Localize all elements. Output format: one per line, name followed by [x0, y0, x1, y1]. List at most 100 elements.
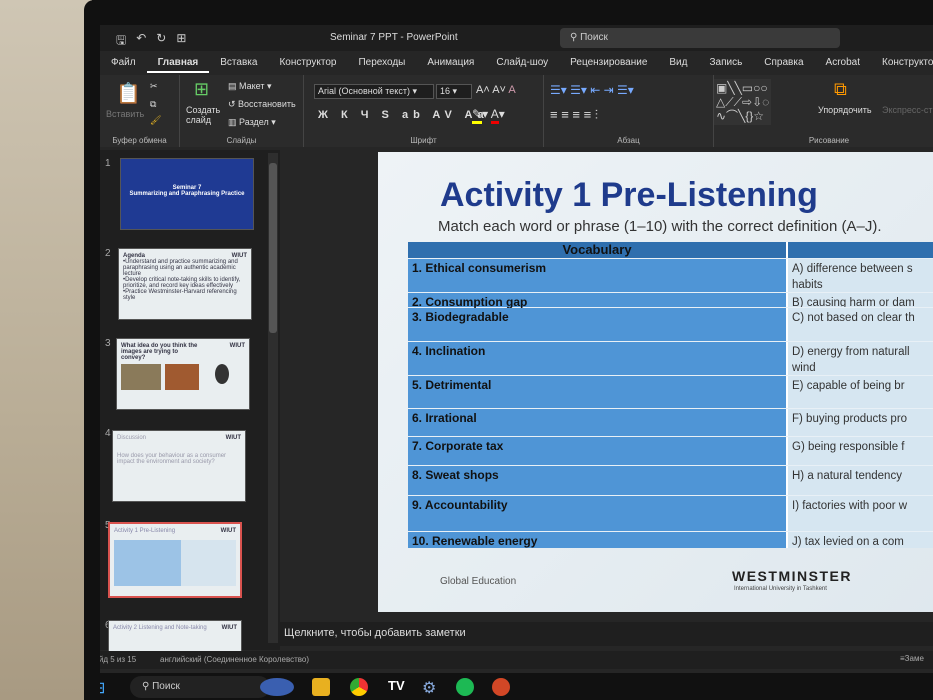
highlight-color-icon[interactable]: ✎▾ A▾: [472, 107, 505, 124]
settings-icon[interactable]: ⚙: [422, 678, 440, 697]
vocab-term[interactable]: 1. Ethical consumerism: [408, 259, 788, 292]
arrange-icon[interactable]: ⧉: [834, 79, 847, 100]
layout-button[interactable]: ▤ Макет ▾: [228, 81, 272, 92]
thumbnail-slide-2[interactable]: Agenda WIUT •Understand and practice summ…: [118, 248, 252, 320]
table-row[interactable]: 9. Accountability I) factories with poor …: [408, 495, 933, 531]
file-explorer-icon[interactable]: [312, 678, 330, 696]
font-style-buttons[interactable]: Ж К Ч S ab AV Aa: [318, 109, 489, 121]
tab-shape-format[interactable]: Конструктор: [871, 53, 933, 73]
font-name-select[interactable]: Arial (Основной текст) ▾: [314, 84, 434, 99]
windows-start-icon[interactable]: ⊞: [100, 678, 110, 697]
section-button[interactable]: ▥ Раздел ▾: [228, 117, 276, 128]
reset-button[interactable]: ↺ Восстановить: [228, 99, 296, 110]
taskbar-search[interactable]: ⚲ Поиск: [130, 676, 270, 698]
thumbnail-slide-4[interactable]: Discussion WIUT How does your behaviour a…: [112, 430, 246, 502]
font-size-select[interactable]: 16 ▾: [436, 84, 472, 99]
tab-insert[interactable]: Вставка: [209, 53, 268, 73]
tab-file[interactable]: Файл: [100, 53, 147, 73]
vocab-term[interactable]: 5. Detrimental: [408, 376, 788, 408]
language-status[interactable]: английский (Соединенное Королевство): [160, 655, 309, 664]
definition-cell[interactable]: H) a natural tendency: [788, 466, 933, 495]
chrome-icon[interactable]: [350, 678, 368, 696]
new-slide-button[interactable]: Создать слайд: [186, 105, 226, 125]
format-painter-icon[interactable]: 🖌: [150, 115, 161, 126]
slides-group: ⊞ Создать слайд ▤ Макет ▾ ↺ Восстановить…: [180, 75, 304, 147]
slide-subtitle[interactable]: Match each word or phrase (1–10) with th…: [438, 218, 882, 235]
group-label: Шрифт: [410, 136, 437, 145]
vocab-term[interactable]: 9. Accountability: [408, 496, 788, 531]
vocab-term[interactable]: 4. Inclination: [408, 342, 788, 375]
slide-title[interactable]: Activity 1 Pre-Listening: [440, 176, 818, 215]
game-app-icon[interactable]: [260, 678, 294, 696]
vocab-term[interactable]: 10. Renewable energy: [408, 532, 788, 548]
thumbnails-scrollbar[interactable]: [268, 153, 278, 643]
table-row[interactable]: 10. Renewable energy J) tax levied on a c…: [408, 531, 933, 548]
table-row[interactable]: 8. Sweat shops H) a natural tendency: [408, 465, 933, 495]
thumbnail-slide-1[interactable]: Seminar 7 Summarizing and Paraphrasing P…: [120, 158, 254, 230]
alignment-icons[interactable]: ≡ ≡ ≡ ≡ ⫶: [550, 107, 598, 123]
scrollbar-thumb[interactable]: [269, 163, 277, 333]
tab-animations[interactable]: Анимация: [416, 53, 485, 73]
quick-styles-button[interactable]: Экспресс-стили: [882, 105, 933, 115]
cut-icon[interactable]: ✂: [150, 81, 158, 92]
tab-view[interactable]: Вид: [658, 53, 698, 73]
tab-help[interactable]: Справка: [753, 53, 814, 73]
paste-button[interactable]: Вставить: [106, 109, 144, 119]
definition-cell[interactable]: D) energy from naturall wind: [788, 342, 933, 375]
definition-cell[interactable]: C) not based on clear th: [788, 308, 933, 341]
tab-acrobat[interactable]: Acrobat: [815, 53, 871, 73]
table-row[interactable]: 3. Biodegradable C) not based on clear th: [408, 307, 933, 341]
notes-toggle[interactable]: ≡Заме: [900, 654, 924, 663]
tab-home[interactable]: Главная: [146, 53, 210, 73]
thumb-number: 3: [105, 338, 111, 349]
vocabulary-table[interactable]: Vocabulary 1. Ethical consumerism A) diff…: [408, 242, 933, 548]
tab-review[interactable]: Рецензирование: [559, 53, 658, 73]
definition-cell[interactable]: E) capable of being br: [788, 376, 933, 408]
redo-icon[interactable]: ↻: [156, 31, 166, 52]
definition-cell[interactable]: A) difference between s habits: [788, 259, 933, 292]
slide-canvas[interactable]: Activity 1 Pre-Listening Match each word…: [378, 152, 933, 612]
powerpoint-icon[interactable]: [492, 678, 510, 696]
undo-icon[interactable]: ↶: [136, 31, 146, 52]
definition-cell[interactable]: G) being responsible f: [788, 437, 933, 465]
app-icon-tv[interactable]: TV: [388, 678, 406, 696]
new-slide-icon[interactable]: ⊞: [194, 79, 209, 100]
clipboard-group: 📋 Вставить ✂ ⧉ 🖌 Буфер обмена: [100, 75, 180, 147]
table-row[interactable]: 4. Inclination D) energy from naturall win…: [408, 341, 933, 375]
bullets-numbering-icons[interactable]: ☰▾ ☰▾ ⇤ ⇥ ☰▾: [550, 83, 634, 97]
paste-icon[interactable]: 📋: [116, 81, 141, 106]
search-placeholder: Поиск: [580, 32, 608, 43]
table-row[interactable]: 5. Detrimental E) capable of being br: [408, 375, 933, 408]
vocab-term[interactable]: 8. Sweat shops: [408, 466, 788, 495]
table-row[interactable]: 2. Consumption gap B) causing harm or dam: [408, 292, 933, 309]
definition-cell[interactable]: J) tax levied on a com: [788, 532, 933, 548]
vocab-term[interactable]: 6. Irrational: [408, 409, 788, 436]
tab-record[interactable]: Запись: [698, 53, 753, 73]
tab-slideshow[interactable]: Слайд-шоу: [485, 53, 559, 73]
table-row[interactable]: 1. Ethical consumerism A) difference betw…: [408, 258, 933, 292]
search-icon: ⚲: [570, 32, 581, 43]
copy-icon[interactable]: ⧉: [150, 99, 156, 110]
shapes-gallery[interactable]: ▣╲╲▭○○ △⟋⟋⇨⇩◌ ∿⌒╲{}☆: [714, 79, 772, 125]
thumbnail-slide-3[interactable]: WIUT What idea do you think the images ar…: [116, 338, 250, 410]
definition-cell[interactable]: F) buying products pro: [788, 409, 933, 436]
table-row[interactable]: 7. Corporate tax G) being responsible f: [408, 436, 933, 465]
notes-pane[interactable]: Щелкните, чтобы добавить заметки: [280, 622, 933, 646]
taskbar-search-label: Поиск: [152, 681, 180, 692]
spotify-icon[interactable]: [456, 678, 474, 696]
vocab-term[interactable]: 3. Biodegradable: [408, 308, 788, 341]
definition-text-cont: wind: [792, 362, 816, 374]
save-icon[interactable]: 🖫: [116, 31, 126, 52]
thumbnail-slide-5[interactable]: Activity 1 Pre-Listening WIUT: [108, 522, 242, 598]
vocab-term[interactable]: 7. Corporate tax: [408, 437, 788, 465]
definition-cell[interactable]: I) factories with poor w: [788, 496, 933, 531]
present-icon[interactable]: ⊞: [176, 31, 186, 52]
definition-cell[interactable]: B) causing harm or dam: [788, 293, 933, 307]
font-grow-shrink-icons[interactable]: A˄ A˅ A: [476, 84, 516, 96]
search-box[interactable]: ⚲ Поиск: [560, 28, 840, 48]
vocab-term[interactable]: 2. Consumption gap: [408, 293, 788, 309]
tab-transitions[interactable]: Переходы: [347, 53, 416, 73]
table-row[interactable]: 6. Irrational F) buying products pro: [408, 408, 933, 436]
arrange-button[interactable]: Упорядочить: [818, 105, 872, 115]
tab-design[interactable]: Конструктор: [268, 53, 347, 73]
